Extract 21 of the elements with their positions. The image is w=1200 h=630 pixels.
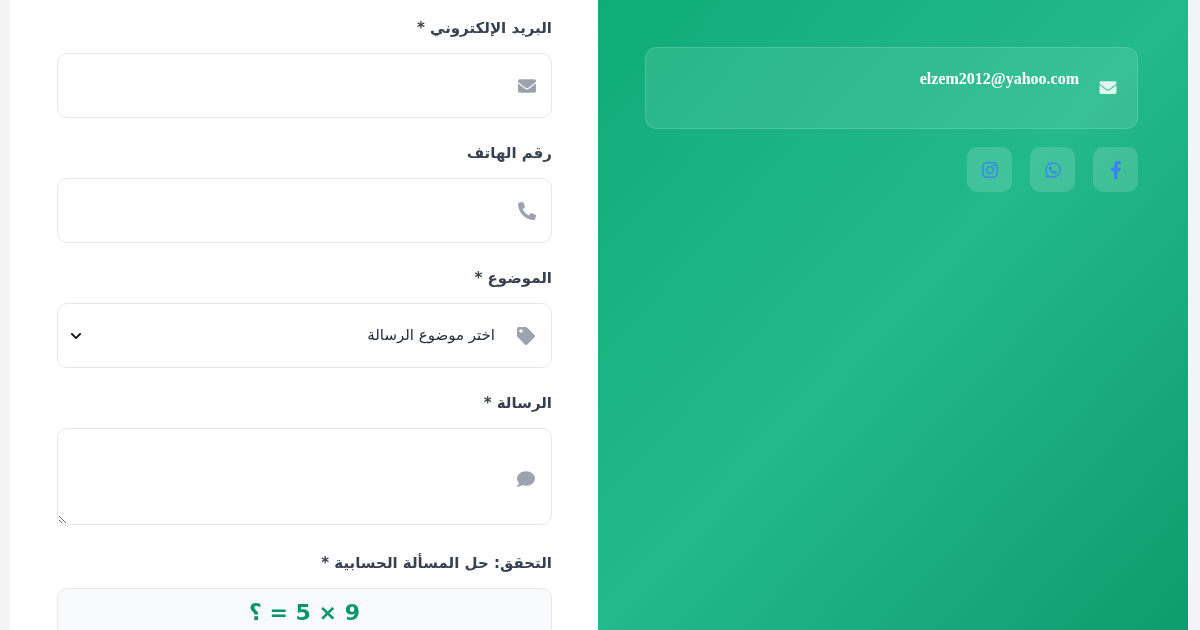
- speech-bubble-icon: [516, 470, 536, 488]
- phone-icon: [518, 202, 536, 220]
- social-button[interactable]: [967, 147, 1012, 192]
- social-button[interactable]: [1030, 147, 1075, 192]
- instagram-icon: [980, 160, 999, 179]
- field-label: الرسالة *: [483, 393, 552, 413]
- phone-input[interactable]: [57, 178, 552, 243]
- field-label: البريد الإلكتروني *: [416, 18, 552, 38]
- email-text: elzem2012@yahoo.com: [919, 69, 1079, 89]
- field-label: الموضوع *: [474, 268, 552, 288]
- envelope-icon: [1097, 79, 1119, 96]
- field-label: رقم الهاتف: [466, 143, 552, 163]
- subject-select[interactable]: اختر موضوع الرسالة: [57, 303, 552, 368]
- envelope-icon: [518, 77, 536, 95]
- whatsapp-icon: [1043, 160, 1062, 179]
- math-question: 9 × 5 = ؟: [249, 599, 360, 627]
- message-textarea[interactable]: [57, 428, 552, 525]
- tag-icon: [517, 326, 535, 345]
- field-label: التحقق: حل المسألة الحسابية *: [321, 553, 552, 573]
- social-button[interactable]: [1093, 147, 1138, 192]
- email-input[interactable]: [57, 53, 552, 118]
